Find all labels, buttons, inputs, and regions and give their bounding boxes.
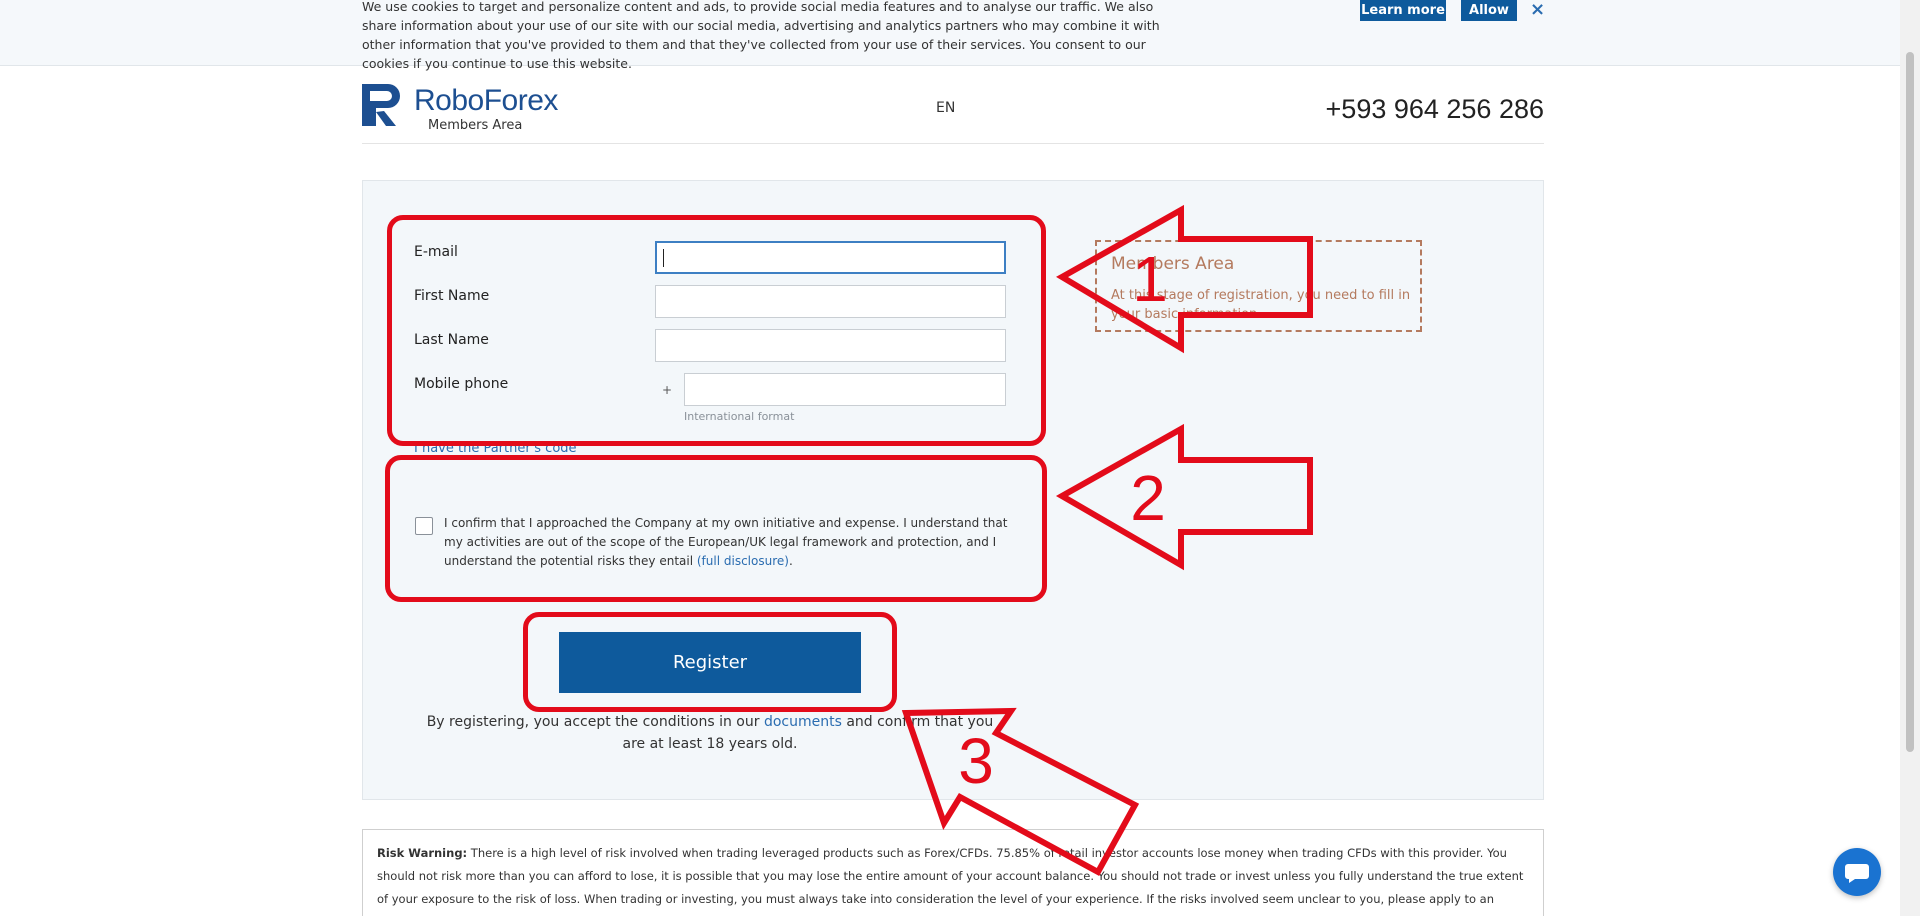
scrollbar-thumb[interactable] (1906, 52, 1914, 752)
roboforex-logo-icon[interactable] (362, 84, 404, 126)
page-scrollbar[interactable] (1900, 0, 1920, 916)
annotation-box-3 (523, 612, 897, 712)
risk-warning: Risk Warning: There is a high level of r… (362, 829, 1544, 916)
info-title: Members Area (1111, 254, 1235, 274)
risk-warning-body: There is a high level of risk involved w… (377, 846, 1524, 916)
brand-name[interactable]: RoboForex (414, 84, 558, 118)
members-area-info: Members Area At this stage of registrati… (1095, 240, 1422, 332)
support-phone[interactable]: +593 964 256 286 (1326, 94, 1544, 125)
chat-bubble-icon (1845, 864, 1869, 883)
allow-cookies-button[interactable]: Allow (1461, 0, 1517, 21)
brand-subtitle: Members Area (428, 118, 523, 133)
info-text: At this stage of registration, you need … (1111, 288, 1411, 322)
risk-warning-text: Risk Warning: There is a high level of r… (377, 842, 1533, 916)
annotation-box-1 (387, 215, 1046, 446)
cookie-banner: We use cookies to target and personalize… (0, 0, 1900, 71)
language-selector[interactable]: EN (936, 100, 955, 116)
site-header: RoboForex Members Area EN +593 964 256 2… (362, 66, 1544, 144)
close-icon[interactable]: × (1530, 0, 1545, 20)
risk-warning-label: Risk Warning: (377, 846, 468, 860)
documents-link[interactable]: documents (764, 714, 842, 730)
cookie-text: We use cookies to target and personalize… (362, 0, 1160, 71)
terms-before: By registering, you accept the condition… (426, 714, 764, 730)
learn-more-button[interactable]: Learn more (1360, 0, 1446, 21)
chat-button[interactable] (1833, 848, 1881, 896)
terms-notice: By registering, you accept the condition… (420, 711, 1000, 755)
annotation-box-2 (385, 455, 1047, 602)
